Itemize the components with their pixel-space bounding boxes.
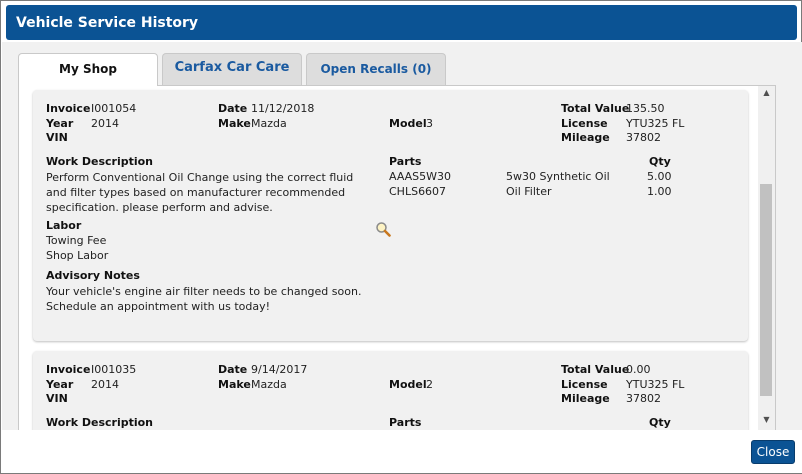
service-record: Invoice I001054 Date 11/12/2018 Total Va… — [33, 90, 748, 341]
make-label: Make — [218, 117, 251, 130]
model-value: 3 — [426, 117, 433, 130]
total-value-value: 0.00 — [626, 363, 651, 376]
mileage-label: Mileage — [561, 131, 610, 144]
labor-label: Labor — [46, 219, 82, 232]
license-value: YTU325 FL — [626, 378, 685, 391]
work-description-label: Work Description — [46, 155, 154, 168]
part-qty: 5.00 — [647, 170, 672, 183]
mileage-value: 37802 — [626, 131, 661, 144]
tab-my-shop[interactable]: My Shop — [18, 53, 158, 86]
qty-label: Qty — [649, 155, 671, 168]
part-name: 5w30 Synthetic Oil — [506, 170, 610, 183]
model-value: 2 — [426, 378, 433, 391]
advisory-notes-label: Advisory Notes — [46, 269, 140, 282]
dialog-titlebar: Vehicle Service History — [6, 5, 797, 40]
date-label: Date — [218, 102, 248, 115]
service-record: Invoice I001035 Date 9/14/2017 Total Val… — [33, 351, 748, 430]
vin-label: VIN — [46, 131, 68, 144]
part-code: CHLS6607 — [389, 185, 447, 198]
total-value-value: 135.50 — [626, 102, 665, 115]
mileage-value: 37802 — [626, 392, 661, 405]
close-button[interactable]: Close — [751, 440, 795, 464]
year-label: Year — [46, 117, 74, 130]
qty-label: Qty — [649, 416, 671, 429]
part-name: Oil Filter — [506, 185, 552, 198]
labor-item: Towing Fee — [46, 234, 107, 247]
parts-label: Parts — [389, 416, 422, 429]
total-value-label: Total Value — [561, 102, 630, 115]
tab-open-recalls[interactable]: Open Recalls (0) — [306, 53, 446, 85]
parts-label: Parts — [389, 155, 422, 168]
model-label: Model — [389, 117, 427, 130]
make-label: Make — [218, 378, 251, 391]
scroll-up-arrow-icon[interactable]: ▲ — [758, 86, 775, 100]
model-label: Model — [389, 378, 427, 391]
date-value: 11/12/2018 — [251, 102, 315, 115]
year-value: 2014 — [91, 378, 119, 391]
total-value-label: Total Value — [561, 363, 630, 376]
advisory-notes-text: Your vehicle's engine air filter needs t… — [46, 285, 362, 313]
panel-scrollbar[interactable]: ▲ ▼ — [758, 86, 775, 430]
dialog-footer: Close — [2, 430, 802, 473]
vehicle-service-history-dialog: Vehicle Service History My Shop Carfax C… — [0, 0, 802, 474]
invoice-label: Invoice — [46, 363, 91, 376]
license-label: License — [561, 378, 608, 391]
scroll-down-arrow-icon[interactable]: ▼ — [758, 413, 775, 427]
part-qty: 1.00 — [647, 185, 672, 198]
dialog-title: Vehicle Service History — [16, 15, 199, 31]
make-value: Mazda — [251, 117, 287, 130]
scrollbar-thumb[interactable] — [760, 184, 772, 396]
date-value: 9/14/2017 — [251, 363, 308, 376]
license-value: YTU325 FL — [626, 117, 685, 130]
date-label: Date — [218, 363, 248, 376]
work-description-label: Work Description — [46, 416, 154, 429]
magnifier-icon[interactable] — [375, 221, 391, 237]
invoice-value: I001054 — [91, 102, 137, 115]
mileage-label: Mileage — [561, 392, 610, 405]
invoice-label: Invoice — [46, 102, 91, 115]
license-label: License — [561, 117, 608, 130]
part-code: AAAS5W30 — [389, 170, 452, 183]
year-label: Year — [46, 378, 74, 391]
my-shop-panel: Invoice I001054 Date 11/12/2018 Total Va… — [18, 85, 776, 430]
vin-label: VIN — [46, 392, 68, 405]
work-description-text: Perform Conventional Oil Change using th… — [46, 171, 354, 214]
make-value: Mazda — [251, 378, 287, 391]
tab-carfax-car-care[interactable]: Carfax Car Care — [162, 53, 302, 85]
invoice-value: I001035 — [91, 363, 137, 376]
labor-item: Shop Labor — [46, 249, 109, 262]
year-value: 2014 — [91, 117, 119, 130]
dialog-body: My Shop Carfax Car Care Open Recalls (0)… — [2, 42, 802, 430]
